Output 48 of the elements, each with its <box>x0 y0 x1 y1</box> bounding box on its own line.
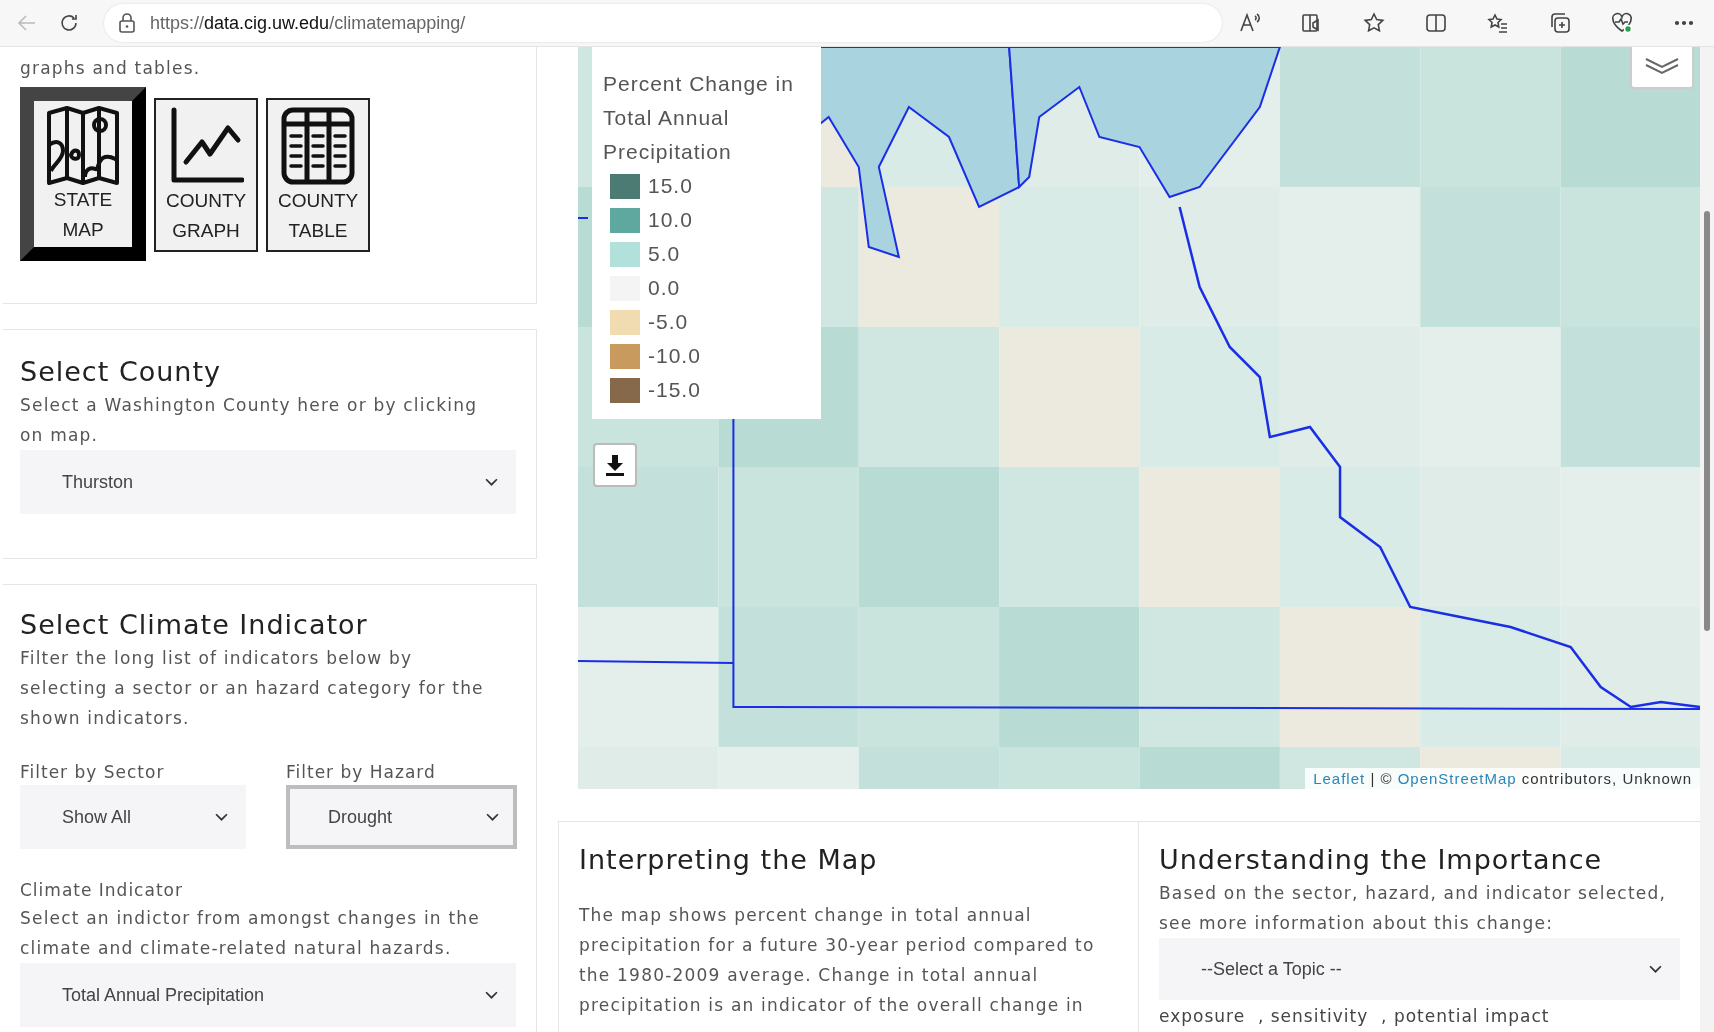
chevron-icon <box>485 990 498 1000</box>
legend-label: -15.0 <box>648 378 701 402</box>
filter-label: Filter by Hazard <box>286 761 437 784</box>
openstreetmap-link[interactable]: OpenStreetMap <box>1397 770 1517 787</box>
legend-label: -10.0 <box>648 344 701 368</box>
lock-icon <box>118 13 136 33</box>
layers-button[interactable] <box>1630 47 1694 89</box>
legend-label: 5.0 <box>648 242 681 266</box>
chevron-icon <box>485 477 498 487</box>
legend-title: Percent Change in Total Annual Precipitation <box>603 71 795 165</box>
intro-text: graphs and tables. <box>20 57 202 80</box>
legend-label: 0.0 <box>648 276 681 300</box>
section-heading: Select County <box>20 355 223 389</box>
download-button[interactable] <box>593 443 637 487</box>
section-heading: Select Climate Indicator <box>20 608 369 642</box>
legend-label: 10.0 <box>648 208 693 232</box>
address-bar[interactable]: https://data.cig.uw.edu/climatemapping/ <box>104 4 1222 42</box>
url-text: https://data.cig.uw.edu/climatemapping/ <box>150 12 466 34</box>
scrollbar[interactable] <box>1700 47 1714 1032</box>
map-attribution: Leaflet | © OpenStreetMap contributors, Unknown <box>1305 768 1700 789</box>
folded-map-icon <box>45 105 121 185</box>
indicator-select[interactable]: Total Annual Precipitation <box>20 963 516 1027</box>
table-icon <box>280 106 356 186</box>
leaflet-link[interactable]: Leaflet <box>1313 770 1366 787</box>
filter-label: Filter by Sector <box>20 761 166 784</box>
chevron-icon <box>215 812 228 822</box>
scrollbar-thumb[interactable] <box>1704 211 1710 631</box>
county-select[interactable]: Thurston <box>20 450 516 514</box>
legend-label: -5.0 <box>648 310 689 334</box>
filter-select[interactable]: Drought <box>286 785 517 849</box>
section-description: Select a Washington County here or by clicking on map. <box>20 394 479 447</box>
card-heading: Interpreting the Map <box>579 843 879 877</box>
field-label: Climate Indicator <box>20 879 184 902</box>
topic-terms: exposure , sensitivity , potential impact <box>1159 1005 1551 1028</box>
view-button[interactable]: COUNTY TABLE <box>266 98 370 252</box>
card-text: The map shows percent change in total annual precipitation for a future 30-year period compared to the 1980-2009 average. Change in total annual precipitation is an indicator of the overall change in <box>579 904 1096 1017</box>
view-button[interactable]: COUNTY GRAPH <box>154 98 258 252</box>
chevron-icon <box>1649 964 1662 974</box>
chevron-icon <box>486 812 499 822</box>
topic-select[interactable]: --Select a Topic -- <box>1159 938 1680 1000</box>
card-text: Based on the sector, hazard, and indicator selected, see more information about this change: <box>1159 882 1667 935</box>
legend-label: 15.0 <box>648 174 693 198</box>
section-description: Filter the long list of indicators below by selecting a sector or an hazard category for the shown indicators. <box>20 647 485 730</box>
card-heading: Understanding the Importance <box>1159 843 1604 877</box>
download-icon <box>605 454 625 476</box>
field-description: Select an indictor from amongst changes in the climate and climate-related natural hazards. <box>20 907 481 960</box>
filter-select[interactable]: Show All <box>20 785 246 849</box>
view-button[interactable]: STATE MAP <box>20 87 146 261</box>
